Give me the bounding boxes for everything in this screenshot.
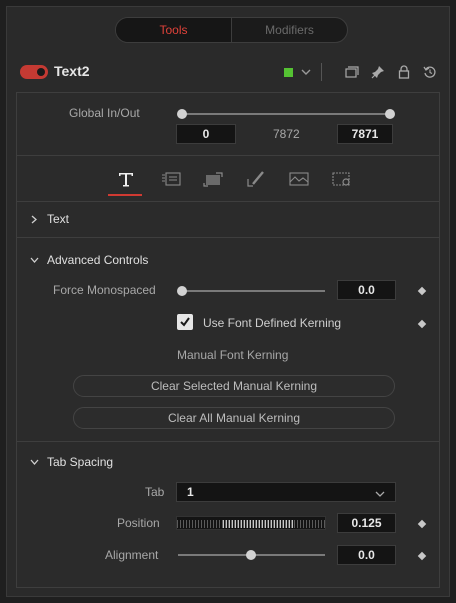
clear-selected-kerning-button[interactable]: Clear Selected Manual Kerning — [73, 375, 395, 397]
position-field[interactable]: 0.125 — [337, 513, 396, 533]
section-advanced-header[interactable]: Advanced Controls — [29, 253, 148, 267]
divider-line — [17, 201, 439, 202]
tools-modifiers-tabs: Tools Modifiers — [115, 17, 348, 43]
tab-modifiers[interactable]: Modifiers — [232, 18, 347, 42]
position-label: Position — [117, 516, 160, 530]
tab-label: Tab — [145, 485, 165, 499]
chevron-down-icon — [29, 255, 39, 265]
settings-tab-icon[interactable] — [327, 167, 357, 191]
use-font-kerning-checkbox[interactable] — [177, 314, 193, 330]
image-tab-icon[interactable] — [284, 167, 314, 191]
section-tab-spacing-header[interactable]: Tab Spacing — [29, 455, 113, 469]
divider-line — [17, 155, 439, 156]
clear-all-kerning-button[interactable]: Clear All Manual Kerning — [73, 407, 395, 429]
force-monospaced-track[interactable] — [182, 290, 325, 292]
alignment-label: Alignment — [105, 548, 159, 562]
reset-icon[interactable] — [422, 64, 438, 80]
global-out-field[interactable]: 7871 — [337, 124, 393, 144]
chevron-down-icon[interactable] — [299, 65, 313, 79]
shading-tab-icon[interactable] — [241, 167, 271, 191]
versions-icon[interactable] — [344, 64, 360, 80]
active-tab-indicator — [108, 194, 142, 196]
tab-select[interactable]: 1 — [176, 482, 396, 502]
keyframe-diamond-icon[interactable] — [417, 551, 427, 561]
chevron-right-icon — [29, 214, 39, 224]
lock-icon[interactable] — [396, 64, 412, 80]
section-advanced-label: Advanced Controls — [47, 253, 149, 267]
chevron-down-icon — [375, 486, 385, 500]
pin-icon[interactable] — [370, 64, 386, 80]
global-inout-range-track[interactable] — [182, 113, 390, 115]
tab-tools[interactable]: Tools — [116, 18, 231, 42]
global-in-field[interactable]: 0 — [176, 124, 236, 144]
section-tab-spacing-label: Tab Spacing — [47, 455, 114, 469]
section-text-label: Text — [47, 212, 70, 226]
global-in-handle[interactable] — [177, 109, 187, 119]
alignment-handle[interactable] — [246, 550, 256, 560]
node-title: Text2 — [54, 63, 90, 79]
toggle-knob — [37, 68, 45, 76]
chevron-down-icon — [29, 457, 39, 467]
header-icons — [284, 63, 438, 81]
manual-kerning-label: Manual Font Kerning — [177, 348, 289, 362]
force-monospaced-label: Force Monospaced — [53, 283, 156, 297]
header-divider — [321, 63, 322, 81]
tab-select-value: 1 — [187, 485, 194, 499]
force-monospaced-field[interactable]: 0.0 — [337, 280, 396, 300]
global-inout-label: Global In/Out — [69, 106, 140, 120]
layout-tab-icon[interactable] — [156, 167, 186, 191]
node-enable-toggle[interactable] — [20, 65, 48, 79]
text-tab-icon[interactable] — [111, 167, 141, 191]
keyframe-diamond-icon[interactable] — [417, 286, 427, 296]
position-thumbwheel[interactable] — [176, 516, 326, 530]
use-font-kerning-label: Use Font Defined Kerning — [203, 316, 342, 330]
global-duration-value: 7872 — [273, 127, 300, 141]
section-text-header[interactable]: Text — [29, 212, 69, 226]
global-out-handle[interactable] — [385, 109, 395, 119]
keyframe-diamond-icon[interactable] — [417, 319, 427, 329]
inspector-panel: Global In/Out 0 7872 7871 Text Advanced … — [16, 92, 440, 588]
thumbwheel-highlight — [223, 520, 295, 528]
node-color-swatch[interactable] — [284, 67, 293, 77]
node-header: Text2 — [6, 57, 450, 87]
transform-tab-icon[interactable] — [199, 167, 229, 191]
divider-line — [17, 237, 439, 238]
keyframe-diamond-icon[interactable] — [417, 519, 427, 529]
divider-line — [17, 441, 439, 442]
alignment-field[interactable]: 0.0 — [337, 545, 396, 565]
force-monospaced-handle[interactable] — [177, 286, 187, 296]
